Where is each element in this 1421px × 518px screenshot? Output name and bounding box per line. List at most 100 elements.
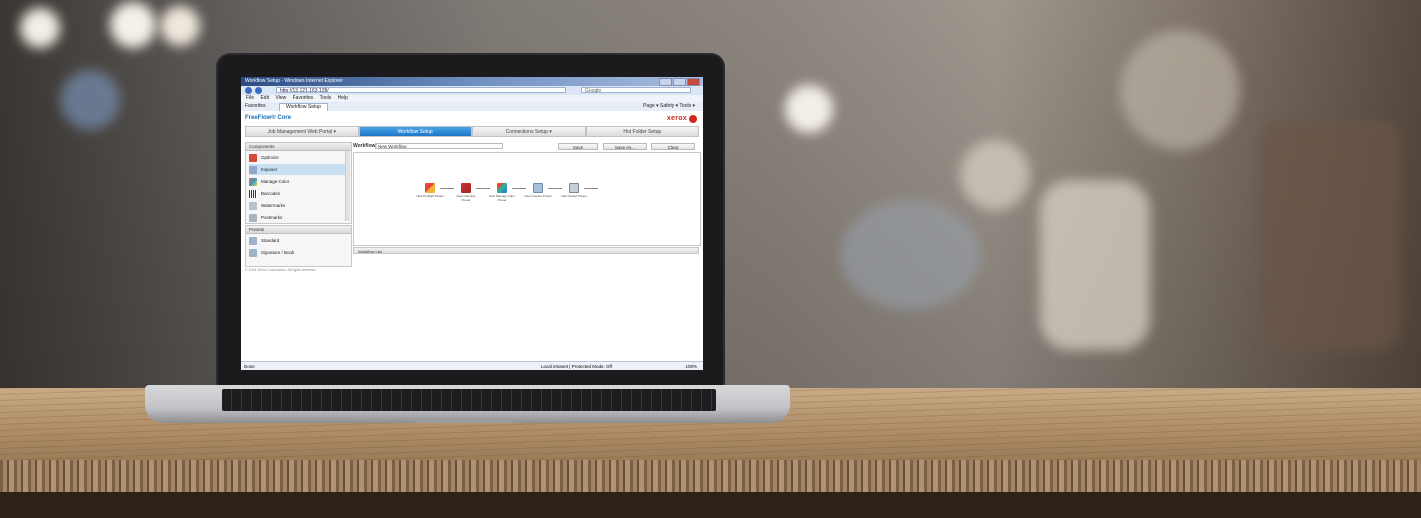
favorites-button[interactable]: Favorites xyxy=(245,102,266,111)
component-manage-color[interactable]: Manage Color xyxy=(249,176,345,187)
status-bar: Done Local intranet | Protected Mode: Of… xyxy=(241,361,703,370)
bokeh-light xyxy=(60,70,120,130)
output-printer-icon xyxy=(569,183,579,193)
command-bar[interactable]: Page ▾ Safety ▾ Tools ▾ xyxy=(643,102,695,111)
address-bar-row: http://13.121.163.128/ Google xyxy=(241,86,703,95)
components-scrollbar[interactable] xyxy=(345,151,350,221)
menu-edit[interactable]: Edit xyxy=(260,95,269,101)
security-zone: Local intranet | Protected Mode: Off xyxy=(541,364,612,369)
forward-button[interactable] xyxy=(255,87,262,94)
brand-title: FreeFlow® Core xyxy=(245,115,292,121)
app-header: FreeFlow® Core xerox xyxy=(245,114,699,123)
workflow-label: Workflow: xyxy=(353,143,378,149)
laptop-keyboard xyxy=(222,389,716,411)
nav-buttons xyxy=(245,87,262,94)
component-label: Postmarks xyxy=(261,215,283,220)
optimize-icon xyxy=(249,153,257,162)
component-barcodes[interactable]: Barcodes xyxy=(249,188,345,199)
presets-header: Presets xyxy=(246,226,351,234)
workflow-name-input[interactable]: New Workflow xyxy=(375,143,503,149)
back-button[interactable] xyxy=(245,87,252,94)
color-icon xyxy=(249,177,257,186)
workflow-node[interactable]: New Optimize Preset xyxy=(452,183,480,202)
tab-hot-folder-setup[interactable]: Hot Folder Setup xyxy=(585,126,699,137)
workflow-node[interactable]: New Output Preset xyxy=(560,183,588,199)
node-label: New Imposer Preset xyxy=(524,194,552,198)
component-label: Optimize xyxy=(261,155,279,160)
status-text: Done xyxy=(244,364,255,369)
tab-job-management[interactable]: Job Management Web Portal ▾ xyxy=(245,126,359,137)
components-panel: Components Optimize Imposer Manage Color… xyxy=(245,142,352,224)
bokeh-light xyxy=(1260,120,1400,350)
imposer-icon xyxy=(249,165,257,174)
menu-bar: File Edit View Favorites Tools Help xyxy=(241,95,703,102)
bokeh-light xyxy=(20,8,60,48)
laptop-screen: Workflow Setup - Windows Internet Explor… xyxy=(241,77,703,370)
laptop-notch xyxy=(415,419,515,423)
workflow-list-bar[interactable]: Workflow List xyxy=(353,247,699,254)
workflow-node[interactable]: New Preflight Preset xyxy=(416,183,444,199)
bokeh-light xyxy=(110,2,156,48)
window-title: Workflow Setup - Windows Internet Explor… xyxy=(245,78,344,84)
postmark-icon xyxy=(249,213,257,222)
workflow-canvas[interactable]: New Preflight Preset New Optimize Preset… xyxy=(353,152,701,246)
watermark-icon xyxy=(249,201,257,210)
maximize-button[interactable] xyxy=(673,78,686,86)
zoom-level[interactable]: 100% xyxy=(685,362,697,370)
copyright-text: © 2014 Xerox Corporation. All rights res… xyxy=(245,268,317,272)
save-button[interactable]: Save xyxy=(558,143,598,150)
minimize-button[interactable] xyxy=(659,78,672,86)
component-label: Imposer xyxy=(261,167,278,172)
menu-tools[interactable]: Tools xyxy=(320,95,332,101)
bokeh-light xyxy=(960,140,1030,210)
node-label: New Preflight Preset xyxy=(416,194,444,198)
menu-view[interactable]: View xyxy=(275,95,286,101)
preset-standard[interactable]: Standard xyxy=(249,235,345,246)
main-tabs: Job Management Web Portal ▾ Workflow Set… xyxy=(245,126,699,137)
xerox-ball-icon xyxy=(689,115,697,123)
component-watermarks[interactable]: Watermarks xyxy=(249,200,345,211)
node-label: New Manage Color Preset xyxy=(489,194,515,202)
bokeh-light xyxy=(1120,30,1240,150)
menu-help[interactable]: Help xyxy=(338,95,348,101)
preset-signature-book[interactable]: Signature / Book xyxy=(249,247,345,258)
freeflow-app: FreeFlow® Core xerox Job Management Web … xyxy=(241,111,703,361)
workflow-node[interactable]: New Imposer Preset xyxy=(524,183,552,199)
clear-button[interactable]: Clear xyxy=(651,143,695,150)
menu-file[interactable]: File xyxy=(246,95,254,101)
bokeh-light xyxy=(1040,180,1150,350)
component-optimize[interactable]: Optimize xyxy=(249,152,345,163)
bokeh-light xyxy=(840,200,980,310)
preset-icon xyxy=(249,236,257,245)
component-postmarks[interactable]: Postmarks xyxy=(249,212,345,223)
preflight-icon xyxy=(425,183,435,193)
presets-panel: Presets Standard Signature / Book xyxy=(245,225,352,267)
tab-connections-setup[interactable]: Connections Setup ▾ xyxy=(472,126,586,137)
search-input[interactable]: Google xyxy=(581,87,691,94)
close-button[interactable] xyxy=(687,78,700,86)
preset-label: Signature / Book xyxy=(261,250,295,255)
preset-label: Standard xyxy=(261,238,280,243)
xerox-logo: xerox xyxy=(666,115,687,122)
component-imposer[interactable]: Imposer xyxy=(249,164,345,175)
component-label: Watermarks xyxy=(261,203,286,208)
optimize-icon xyxy=(461,183,471,193)
bokeh-light xyxy=(785,85,833,133)
component-label: Barcodes xyxy=(261,191,281,196)
imposer-icon xyxy=(533,183,543,193)
node-label: New Output Preset xyxy=(561,194,587,198)
bokeh-light xyxy=(160,6,200,46)
color-icon xyxy=(497,183,507,193)
components-header: Components xyxy=(246,143,351,151)
save-as-button[interactable]: Save As... xyxy=(603,143,647,150)
menu-favorites[interactable]: Favorites xyxy=(293,95,314,101)
address-input[interactable]: http://13.121.163.128/ xyxy=(276,87,566,93)
barcode-icon xyxy=(249,189,257,198)
workflow-node[interactable]: New Manage Color Preset xyxy=(488,183,516,202)
browser-titlebar: Workflow Setup - Windows Internet Explor… xyxy=(241,77,703,86)
window-controls xyxy=(659,78,700,86)
preset-icon xyxy=(249,248,257,257)
workflow-toolbar: Workflow: New Workflow Save Save As... C… xyxy=(353,142,699,151)
connector-arrow xyxy=(584,188,598,189)
tab-workflow-setup[interactable]: Workflow Setup xyxy=(358,126,472,137)
